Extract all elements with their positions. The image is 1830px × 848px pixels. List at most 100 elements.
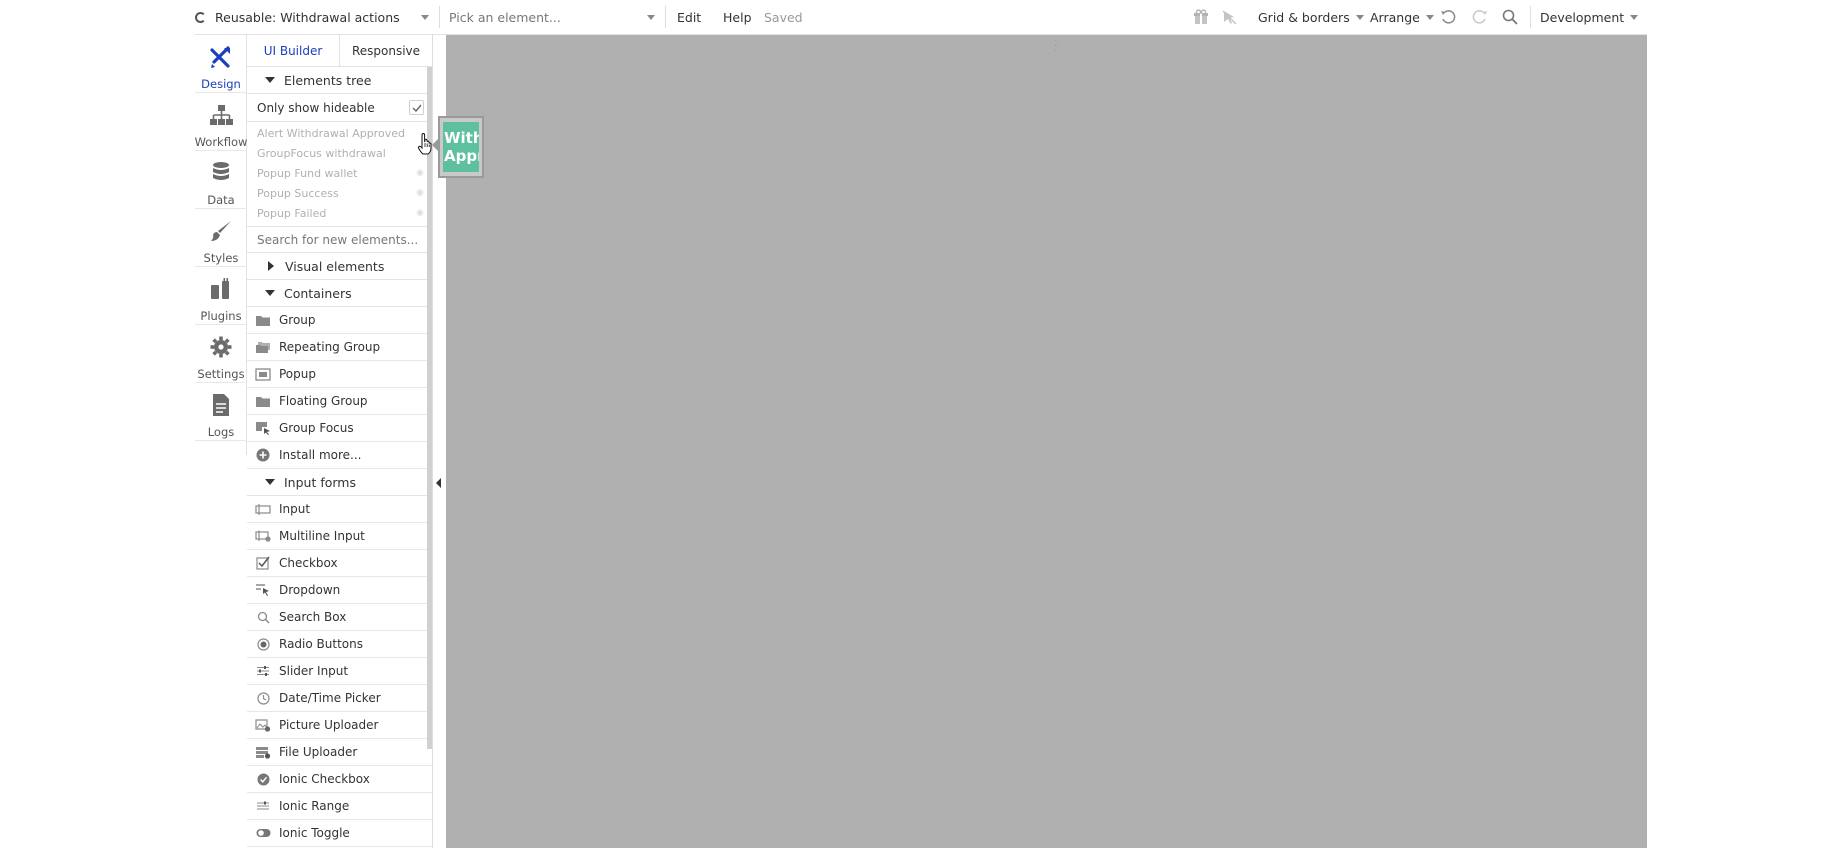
element-picture-uploader[interactable]: Picture Uploader bbox=[247, 712, 432, 739]
install-more-button[interactable]: Install more... bbox=[247, 442, 432, 469]
multiline-input-icon bbox=[255, 529, 271, 543]
tree-item[interactable]: Popup Fund wallet ◉ bbox=[247, 163, 432, 183]
edit-menu[interactable]: Edit bbox=[677, 0, 701, 34]
picture-uploader-icon bbox=[255, 718, 271, 732]
undo-icon[interactable] bbox=[1440, 0, 1456, 34]
element-dropdown[interactable]: Dropdown bbox=[247, 577, 432, 604]
element-radio-buttons[interactable]: Radio Buttons bbox=[247, 631, 432, 658]
element-file-uploader[interactable]: File Uploader bbox=[247, 739, 432, 766]
element-input[interactable]: Input bbox=[247, 496, 432, 523]
section-input-forms[interactable]: Input forms bbox=[247, 469, 432, 496]
section-elements-tree[interactable]: Elements tree bbox=[247, 67, 432, 94]
rail-item-workflow[interactable]: Workflow bbox=[195, 93, 247, 151]
logs-icon bbox=[212, 393, 230, 420]
folder-icon bbox=[255, 394, 271, 408]
tree-item-label: Alert Withdrawal Approved bbox=[257, 126, 405, 140]
folder-icon bbox=[255, 313, 271, 327]
element-group[interactable]: Group bbox=[247, 307, 432, 334]
rail-item-styles[interactable]: Styles bbox=[195, 209, 247, 267]
redo-icon[interactable] bbox=[1472, 0, 1488, 34]
tree-item[interactable]: Popup Success ◉ bbox=[247, 183, 432, 203]
rail-item-plugins[interactable]: Plugins bbox=[195, 267, 247, 325]
element-group-focus[interactable]: Group Focus bbox=[247, 415, 432, 442]
collapse-panel-icon[interactable] bbox=[436, 478, 441, 488]
design-canvas[interactable] bbox=[446, 35, 1647, 848]
search-new-elements-input[interactable]: Search for new elements... bbox=[247, 227, 432, 253]
element-label: Multiline Input bbox=[279, 529, 365, 543]
rail-label: Settings bbox=[197, 367, 245, 381]
rail-item-logs[interactable]: Logs bbox=[195, 383, 247, 441]
rail-item-design[interactable]: Design bbox=[195, 35, 247, 93]
element-picker-placeholder: Pick an element... bbox=[449, 9, 561, 25]
gift-icon[interactable] bbox=[1193, 0, 1209, 34]
eye-icon[interactable]: ◉ bbox=[416, 188, 424, 198]
element-slider-input[interactable]: Slider Input bbox=[247, 658, 432, 685]
page-selector[interactable]: Reusable: Withdrawal actions bbox=[195, 0, 435, 34]
caret-down-icon bbox=[265, 479, 275, 485]
ionic-checkbox-icon bbox=[255, 772, 271, 786]
checkmark-icon bbox=[412, 104, 422, 112]
chevron-down-icon bbox=[1355, 14, 1364, 20]
tree-item[interactable]: GroupFocus withdrawal bbox=[247, 143, 432, 163]
arrange-menu[interactable]: Arrange bbox=[1370, 0, 1434, 34]
element-label: Repeating Group bbox=[279, 340, 381, 354]
environment-label: Development bbox=[1540, 9, 1625, 25]
section-label: Containers bbox=[284, 285, 352, 301]
rail-item-data[interactable]: Data bbox=[195, 151, 247, 209]
reusable-element-preview[interactable]: With Appr bbox=[438, 116, 484, 178]
toolbar-divider bbox=[439, 6, 440, 28]
checkbox-icon bbox=[255, 556, 271, 570]
group-focus-icon bbox=[255, 421, 271, 435]
element-ionic-toggle[interactable]: Ionic Toggle bbox=[247, 820, 432, 847]
only-show-hideable-label: Only show hideable bbox=[257, 100, 375, 115]
plus-circle-icon bbox=[255, 448, 271, 462]
panel-scrollbar[interactable] bbox=[427, 67, 432, 749]
element-repeating-group[interactable]: Repeating Group bbox=[247, 334, 432, 361]
element-text: With bbox=[444, 129, 479, 147]
environment-selector[interactable]: Development bbox=[1540, 0, 1639, 34]
only-show-hideable-row: Only show hideable bbox=[247, 94, 432, 122]
element-ionic-checkbox[interactable]: Ionic Checkbox bbox=[247, 766, 432, 793]
slider-icon bbox=[255, 664, 271, 678]
gear-icon bbox=[209, 335, 233, 362]
elements-tree-list: Alert Withdrawal Approved GroupFocus wit… bbox=[247, 122, 432, 227]
design-icon bbox=[209, 45, 233, 72]
search-icon[interactable] bbox=[1502, 0, 1518, 34]
section-containers[interactable]: Containers bbox=[247, 280, 432, 307]
rail-label: Data bbox=[207, 193, 235, 207]
element-checkbox[interactable]: Checkbox bbox=[247, 550, 432, 577]
eye-icon[interactable]: ◉ bbox=[416, 208, 424, 218]
withdrawal-alert-element[interactable]: With Appr bbox=[443, 122, 479, 172]
tab-responsive[interactable]: Responsive bbox=[340, 35, 432, 66]
only-show-hideable-checkbox[interactable] bbox=[409, 100, 424, 115]
element-date-time-picker[interactable]: Date/Time Picker bbox=[247, 685, 432, 712]
chevron-down-icon bbox=[421, 15, 429, 20]
eye-icon[interactable]: ◉ bbox=[416, 168, 424, 178]
rail-label: Design bbox=[201, 77, 241, 91]
element-label: Date/Time Picker bbox=[279, 691, 381, 705]
element-label: File Uploader bbox=[279, 745, 358, 759]
cursor-off-icon[interactable] bbox=[1222, 0, 1237, 34]
element-ionic-range[interactable]: Ionic Range bbox=[247, 793, 432, 820]
element-floating-group[interactable]: Floating Group bbox=[247, 388, 432, 415]
element-popup[interactable]: Popup bbox=[247, 361, 432, 388]
tab-ui-builder[interactable]: UI Builder bbox=[247, 35, 340, 66]
search-icon bbox=[255, 610, 271, 624]
help-menu[interactable]: Help bbox=[723, 0, 752, 34]
element-label: Ionic Checkbox bbox=[279, 772, 370, 786]
drag-handle-icon[interactable]: · · · bbox=[1054, 35, 1058, 56]
tree-item[interactable]: Popup Failed ◉ bbox=[247, 203, 432, 223]
element-search-box[interactable]: Search Box bbox=[247, 604, 432, 631]
page-name: Reusable: Withdrawal actions bbox=[215, 9, 400, 25]
section-visual-elements[interactable]: Visual elements bbox=[247, 253, 432, 280]
element-label: Search Box bbox=[279, 610, 347, 624]
element-picker[interactable]: Pick an element... bbox=[449, 0, 659, 34]
rail-label: Logs bbox=[207, 425, 235, 439]
rail-item-settings[interactable]: Settings bbox=[195, 325, 247, 383]
element-text: Appr bbox=[444, 147, 479, 165]
grid-borders-menu[interactable]: Grid & borders bbox=[1258, 0, 1364, 34]
element-label: Picture Uploader bbox=[279, 718, 379, 732]
left-nav-rail: Design Workflow Data Styles Plugins Sett… bbox=[195, 35, 247, 455]
element-multiline-input[interactable]: Multiline Input bbox=[247, 523, 432, 550]
tree-item[interactable]: Alert Withdrawal Approved bbox=[247, 123, 432, 143]
